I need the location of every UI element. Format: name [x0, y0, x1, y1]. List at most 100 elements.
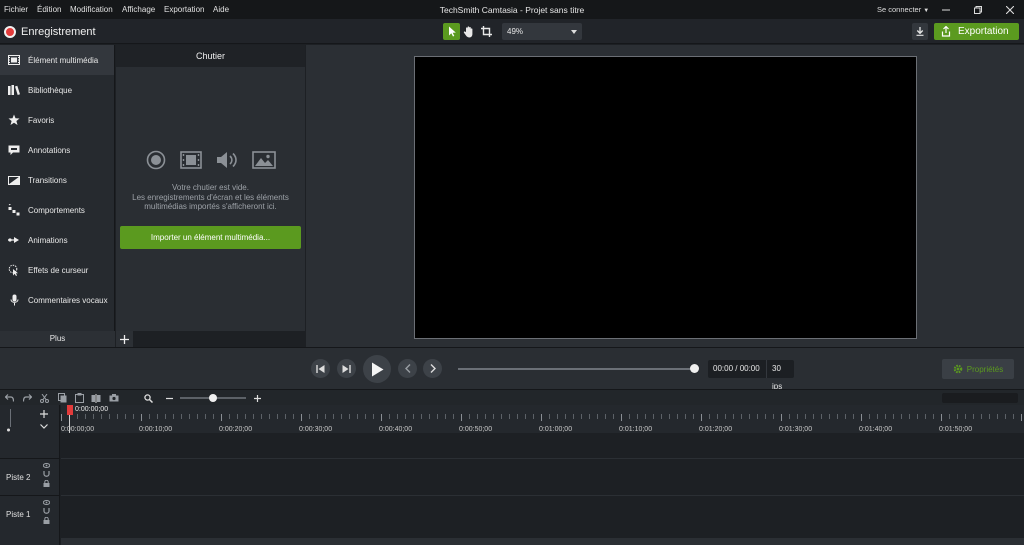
- sidebar-item-label: Bibliothèque: [28, 85, 73, 95]
- ruler-tick: [461, 414, 462, 421]
- pan-tool-button[interactable]: [460, 23, 477, 40]
- ruler-tick: [245, 414, 246, 419]
- track-header-1[interactable]: Piste 1: [0, 495, 60, 532]
- chevron-right-icon: [430, 364, 436, 373]
- ruler-tick: [405, 414, 406, 419]
- sidebar-item-behaviors[interactable]: Comportements: [0, 195, 114, 225]
- copy-button[interactable]: [57, 393, 67, 403]
- ruler-tick: [605, 414, 606, 419]
- zoom-in-button[interactable]: [252, 393, 262, 403]
- ruler-tick: [509, 414, 510, 419]
- sidebar-item-annotations[interactable]: Annotations: [0, 135, 114, 165]
- ruler-tick: [517, 414, 518, 419]
- crop-tool-button[interactable]: [478, 23, 495, 40]
- ruler-tick: [197, 414, 198, 419]
- magnet-icon[interactable]: [43, 508, 50, 514]
- ruler-tick: [621, 414, 622, 421]
- timeline-zoom-button[interactable]: [143, 393, 153, 403]
- sidebar-item-voice-narration[interactable]: Commentaires vocaux: [0, 285, 114, 315]
- track-header-2[interactable]: Piste 2: [0, 458, 60, 495]
- properties-button[interactable]: Propriétés: [942, 359, 1014, 379]
- ruler-tick: [741, 414, 742, 419]
- ruler-tick: [909, 414, 910, 419]
- ruler-tick: [485, 414, 486, 419]
- account-menu[interactable]: Se connecter ▼: [877, 5, 929, 14]
- playhead-lock-icon[interactable]: [6, 409, 15, 433]
- ruler-tick: [221, 414, 222, 421]
- zoom-select[interactable]: 49%: [502, 23, 582, 40]
- ruler-tick: [501, 414, 502, 419]
- playhead-time: 0:00:00;00: [75, 406, 109, 413]
- ruler-tick: [125, 414, 126, 419]
- previous-clip-button[interactable]: [398, 359, 417, 378]
- timeline-ruler[interactable]: 0:00:00;00 0:00:10;00 0:00:20;00 0:00:30;00…: [61, 405, 1024, 433]
- sidebar-item-animations[interactable]: Animations: [0, 225, 114, 255]
- more-tools-button[interactable]: Plus: [0, 331, 115, 347]
- chevron-down-icon[interactable]: [40, 424, 48, 429]
- account-label: Se connecter: [877, 5, 922, 14]
- plus-icon: [253, 394, 261, 402]
- export-button[interactable]: Exportation: [934, 23, 1019, 40]
- track-lane-1[interactable]: [61, 495, 1024, 532]
- title-bar: Fichier Édition Modification Affichage E…: [0, 0, 1024, 19]
- track-name: Piste 2: [6, 473, 31, 482]
- empty-bin-line: Votre chutier est vide.: [172, 183, 249, 192]
- download-button[interactable]: [912, 23, 928, 40]
- lock-icon[interactable]: [43, 517, 50, 524]
- eye-icon[interactable]: [43, 463, 50, 468]
- preview-canvas[interactable]: [414, 56, 917, 339]
- timeline-zoom-slider[interactable]: [180, 394, 246, 402]
- undo-button[interactable]: [4, 393, 14, 403]
- magnet-icon[interactable]: [43, 471, 50, 477]
- split-button[interactable]: [91, 393, 101, 403]
- sidebar-item-cursor-effects[interactable]: Effets de curseur: [0, 255, 114, 285]
- magnifier-icon: [143, 393, 153, 403]
- timeline-horizontal-scrollbar[interactable]: [61, 538, 1024, 545]
- close-button[interactable]: [998, 1, 1022, 18]
- menu-edition[interactable]: Édition: [37, 5, 61, 14]
- ruler-tick: [661, 414, 662, 419]
- menu-affichage[interactable]: Affichage: [122, 5, 155, 14]
- scrub-handle[interactable]: [689, 364, 699, 373]
- step-forward-button[interactable]: [337, 359, 356, 378]
- sidebar-item-transitions[interactable]: Transitions: [0, 165, 114, 195]
- minimize-button[interactable]: [934, 1, 958, 18]
- timeline-overview-scroll[interactable]: [942, 393, 1018, 403]
- select-tool-button[interactable]: [443, 23, 460, 40]
- ruler-tick-label: 0:00:20;00: [219, 426, 253, 433]
- menu-fichier[interactable]: Fichier: [4, 5, 28, 14]
- ruler-tick: [693, 414, 694, 419]
- bin-title: Chutier: [116, 45, 305, 67]
- sidebar-item-media[interactable]: Élément multimédia: [0, 45, 114, 75]
- playhead[interactable]: [67, 405, 73, 415]
- redo-button[interactable]: [22, 393, 32, 403]
- sidebar-item-favorites[interactable]: Favoris: [0, 105, 114, 135]
- zoom-slider-handle[interactable]: [209, 394, 217, 402]
- behavior-icon: [8, 204, 20, 216]
- add-track-icon[interactable]: [40, 410, 48, 418]
- snapshot-button[interactable]: [109, 393, 119, 403]
- download-icon: [916, 27, 924, 36]
- ruler-tick: [717, 414, 718, 419]
- ruler-tick: [253, 414, 254, 419]
- paste-button[interactable]: [74, 393, 84, 403]
- ruler-tick: [429, 414, 430, 419]
- ruler-tick: [493, 414, 494, 419]
- step-back-button[interactable]: [311, 359, 330, 378]
- eye-icon[interactable]: [43, 500, 50, 505]
- next-clip-button[interactable]: [423, 359, 442, 378]
- restore-button[interactable]: [966, 1, 990, 18]
- menu-exportation[interactable]: Exportation: [164, 5, 204, 14]
- record-button[interactable]: Enregistrement: [4, 23, 96, 40]
- zoom-out-button[interactable]: [164, 393, 174, 403]
- sidebar-item-library[interactable]: Bibliothèque: [0, 75, 114, 105]
- track-lane-2[interactable]: [61, 458, 1024, 495]
- cut-button[interactable]: [39, 393, 49, 403]
- play-button[interactable]: [363, 355, 391, 383]
- import-media-button[interactable]: Importer un élément multimédia...: [120, 226, 301, 249]
- scrub-bar[interactable]: [458, 364, 699, 373]
- add-tool-button[interactable]: [116, 331, 133, 347]
- menu-modification[interactable]: Modification: [70, 5, 113, 14]
- lock-icon[interactable]: [43, 480, 50, 487]
- menu-aide[interactable]: Aide: [213, 5, 229, 14]
